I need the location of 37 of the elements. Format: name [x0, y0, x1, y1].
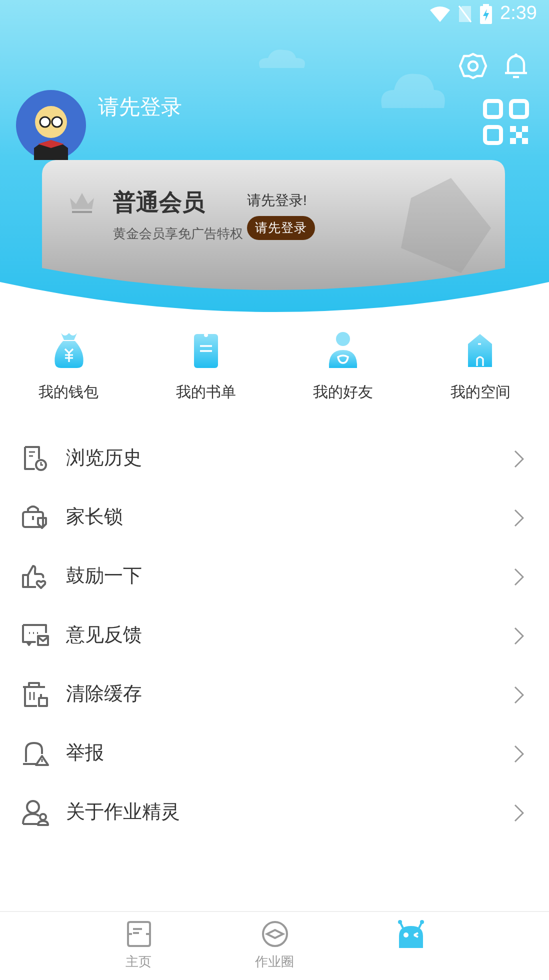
chevron-right-icon[interactable]	[514, 509, 524, 527]
menu-item[interactable]: 清除缓存	[66, 680, 142, 710]
shortcut-label[interactable]: 我的好友	[313, 382, 374, 404]
membership-card[interactable]: 普通会员 黄金会员享免广告特权 请先登录! 请先登录	[42, 160, 507, 290]
chevron-right-icon[interactable]	[514, 627, 524, 645]
chevron-right-icon[interactable]	[514, 686, 524, 704]
robot-face-icon	[396, 920, 426, 950]
menu-item[interactable]: 意见反馈	[66, 622, 142, 650]
shortcut-label[interactable]: 我的空间	[450, 382, 510, 404]
people-icon	[21, 799, 51, 827]
chevron-right-icon[interactable]	[514, 450, 524, 468]
chevron-right-icon[interactable]	[514, 804, 524, 822]
bell-warning-icon	[21, 740, 51, 768]
avatar[interactable]	[16, 90, 86, 160]
settings-icon[interactable]	[459, 52, 487, 80]
bell-icon[interactable]	[503, 52, 529, 80]
menu-item[interactable]: 浏览历史	[66, 444, 142, 474]
no-sim-icon	[458, 5, 472, 23]
membership-title: 普通会员	[113, 188, 206, 217]
wifi-icon	[430, 6, 450, 22]
login-button[interactable]: 请先登录	[247, 216, 315, 240]
menu-item[interactable]: 关于作业精灵	[66, 798, 180, 828]
menu-item[interactable]: 鼓励一下	[66, 562, 142, 592]
membership-subtitle: 黄金会员享免广告特权	[113, 225, 243, 243]
shortcut-label[interactable]: 我的书单	[176, 382, 236, 404]
chevron-right-icon[interactable]	[514, 745, 524, 763]
login-hint: 请先登录!	[247, 191, 307, 210]
shortcut-label[interactable]: 我的钱包	[38, 382, 99, 404]
qr-code-icon[interactable]	[482, 98, 530, 146]
menu-item[interactable]: 举报	[66, 740, 104, 768]
battery-icon	[480, 4, 492, 24]
trash-brush-icon	[21, 681, 51, 709]
book-icon	[124, 920, 152, 948]
chevron-right-icon[interactable]	[514, 568, 524, 586]
status-time: 2:39	[500, 2, 537, 26]
circle-eye-icon	[260, 920, 288, 948]
menu-item[interactable]: 家长锁	[66, 504, 123, 532]
